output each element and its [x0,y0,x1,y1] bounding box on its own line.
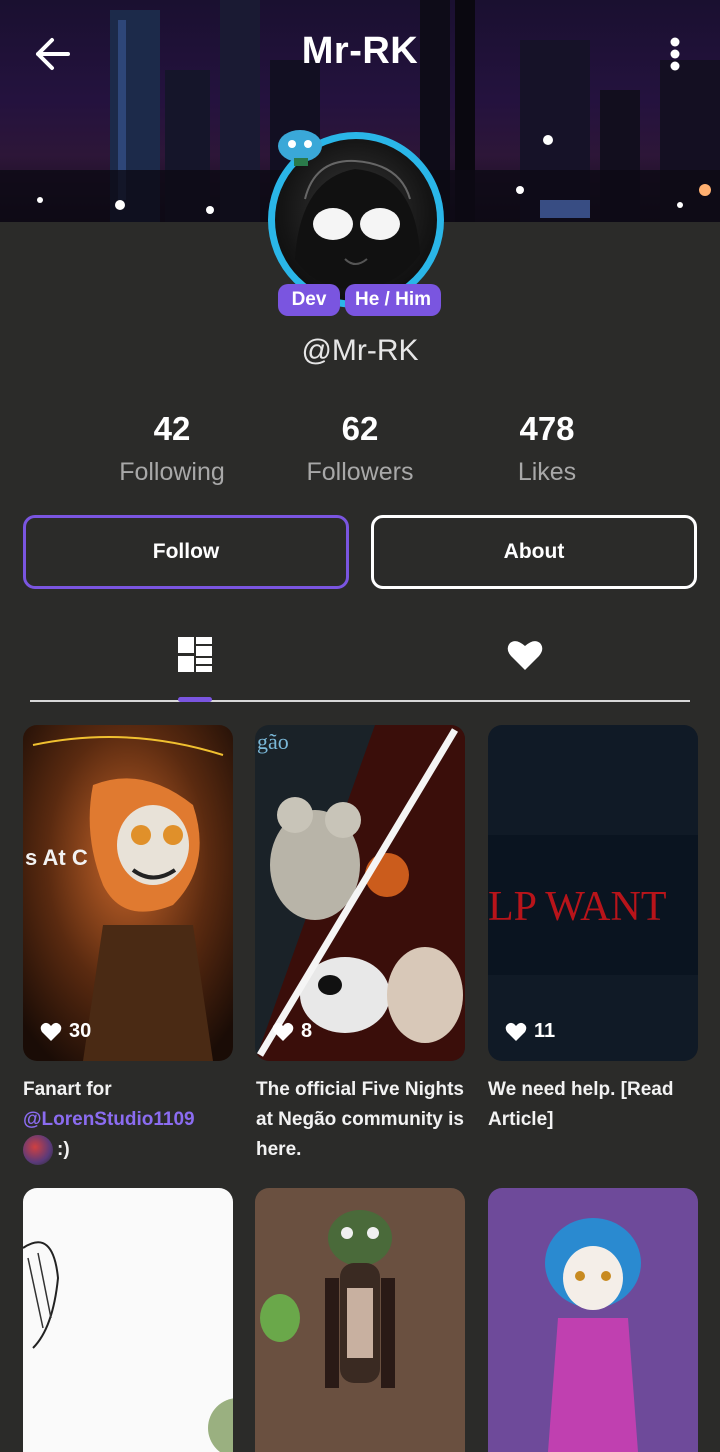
follow-button[interactable]: Follow [23,515,349,589]
post-like-count: 8 [271,1020,312,1043]
mini-avatar [23,1135,53,1165]
heart-icon [272,1022,294,1041]
post-thumbnail-image: s At C [23,725,233,1061]
post-card[interactable]: gão 8 [255,725,465,1061]
post-thumbnail-image: gão [255,725,465,1061]
more-options-button[interactable] [660,34,690,74]
post-like-count: 30 [39,1020,91,1043]
dev-badge: Dev [278,284,340,316]
thumb-text: gão [257,729,289,754]
following-count: 42 [153,410,191,447]
post-card[interactable]: LP WANT 11 [488,725,698,1061]
following-stat[interactable]: 42 Following [72,410,272,487]
post-thumbnail-image [488,1188,698,1452]
post-thumbnail-image [255,1188,465,1452]
heart-icon [40,1022,62,1041]
post-card[interactable]: s At C 30 [23,725,233,1061]
thumb-text: LP WANT [488,884,667,930]
heart-icon [505,1022,527,1041]
like-count-value: 11 [534,1020,556,1042]
post-caption[interactable]: We need help. [Read Article] [488,1075,703,1135]
about-button[interactable]: About [371,515,697,589]
post-card[interactable] [488,1188,698,1452]
pronouns-badge: He / Him [345,284,441,316]
likes-count: 478 [519,410,575,447]
user-mention-link[interactable]: @LorenStudio1109 [23,1109,195,1130]
more-vertical-icon [670,37,680,71]
followers-label: Followers [306,458,414,486]
profile-avatar[interactable]: Dev He / Him [264,128,456,320]
thumb-text: s At C [25,845,88,870]
robot-sticker-icon [278,130,322,166]
caption-text: Fanart for [23,1079,112,1100]
followers-count: 62 [341,410,379,447]
post-caption[interactable]: Fanart for @LorenStudio1109 :) [23,1075,238,1165]
tab-liked[interactable] [495,630,555,680]
likes-label: Likes [517,458,577,486]
like-count-value: 30 [69,1020,92,1042]
tab-posts[interactable] [165,630,225,680]
tab-divider [30,700,690,702]
page-title: Mr-RK [301,30,419,72]
post-thumbnail-image [23,1188,233,1452]
post-card[interactable] [23,1188,233,1452]
grid-layout-icon [178,637,212,672]
following-label: Following [119,458,225,486]
followers-stat[interactable]: 62 Followers [260,410,460,487]
likes-stat: 478 Likes [447,410,647,487]
post-card[interactable] [255,1188,465,1452]
tab-active-indicator [178,697,212,702]
username-handle: @Mr-RK [301,334,419,367]
heart-icon [507,641,543,670]
post-caption[interactable]: The official Five Nights at Negão commun… [256,1075,471,1165]
post-like-count: 11 [504,1020,555,1043]
post-thumbnail-image: LP WANT [488,725,698,1061]
like-count-value: 8 [301,1020,313,1042]
caption-suffix: :) [57,1139,70,1161]
